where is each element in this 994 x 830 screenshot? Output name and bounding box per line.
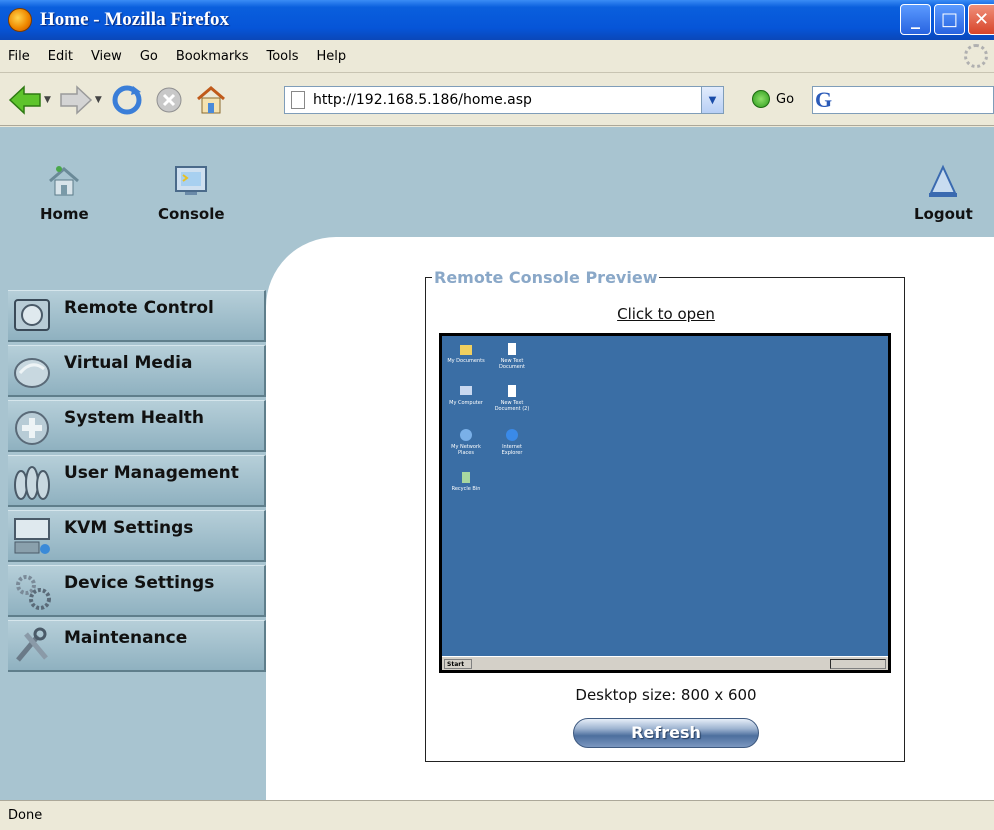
sidebar-item-label: User Management xyxy=(64,463,239,483)
console-icon xyxy=(175,166,208,195)
desktop-icon: My Network Places xyxy=(446,428,486,456)
sidebar-item-label: Virtual Media xyxy=(64,353,193,373)
home-button[interactable] xyxy=(194,83,228,117)
health-icon xyxy=(15,410,49,445)
disc-icon xyxy=(14,357,50,388)
remote-console-preview: Remote Console Preview Click to open My … xyxy=(425,268,906,762)
click-to-open-link[interactable]: Click to open xyxy=(426,305,906,323)
menu-tools[interactable]: Tools xyxy=(266,49,298,64)
url-bar[interactable]: http://192.168.5.186/home.asp ▼ xyxy=(284,86,724,114)
sidebar-item-label: KVM Settings xyxy=(64,518,194,538)
desktop-icon: New Text Document xyxy=(492,342,532,370)
forward-arrow-icon xyxy=(60,84,93,115)
desktop-size: Desktop size: 800 x 600 xyxy=(575,686,757,704)
desktop-icon: My Computer xyxy=(446,384,486,406)
back-dropdown-icon[interactable]: ▼ xyxy=(44,95,51,105)
search-input[interactable]: G xyxy=(812,86,994,114)
url-dropdown-icon[interactable]: ▼ xyxy=(701,87,723,113)
back-button[interactable] xyxy=(8,83,42,117)
preview-legend: Remote Console Preview xyxy=(432,268,660,287)
menu-edit[interactable]: Edit xyxy=(48,49,73,64)
sidebar-item-system-health[interactable]: System Health xyxy=(8,400,266,452)
text-file-icon xyxy=(508,343,516,355)
status-text: Done xyxy=(8,808,43,823)
nav-home-label: Home xyxy=(40,205,89,223)
google-search-icon[interactable]: G xyxy=(815,88,841,112)
sidebar-item-label: System Health xyxy=(64,408,205,428)
window-controls: _ □ ✕ xyxy=(900,4,994,35)
nav-console[interactable]: Console xyxy=(158,163,225,223)
forward-button[interactable] xyxy=(59,83,93,117)
page-content: Home Console Logout Remote Control Virtu… xyxy=(0,127,994,800)
folder-icon xyxy=(460,345,472,355)
nav-logout-label: Logout xyxy=(914,205,973,223)
page-icon xyxy=(291,91,305,109)
menu-help[interactable]: Help xyxy=(317,49,347,64)
title-bar: Home - Mozilla Firefox _ □ ✕ xyxy=(0,0,994,40)
reload-icon xyxy=(112,85,142,114)
refresh-button[interactable]: Refresh xyxy=(573,718,759,748)
sidebar-item-label: Maintenance xyxy=(64,628,188,648)
window-title: Home - Mozilla Firefox xyxy=(40,9,230,30)
computer-icon xyxy=(460,386,472,395)
go-label: Go xyxy=(776,91,795,107)
stop-button[interactable] xyxy=(152,83,186,117)
system-tray xyxy=(830,659,886,669)
nav-logout[interactable]: Logout xyxy=(914,163,973,223)
recycle-bin-icon xyxy=(462,472,470,483)
sidebar-item-virtual-media[interactable]: Virtual Media xyxy=(8,345,266,397)
console-preview-thumbnail[interactable]: My Documents New Text Document My Comput… xyxy=(439,333,891,673)
throbber-icon xyxy=(964,44,988,68)
sidebar: Remote Control Virtual Media System Heal… xyxy=(8,290,266,675)
menu-file[interactable]: File xyxy=(8,49,30,64)
sidebar-item-user-management[interactable]: User Management xyxy=(8,455,266,507)
sidebar-item-label: Remote Control xyxy=(64,298,214,318)
nav-home[interactable]: Home xyxy=(40,163,89,223)
nav-console-label: Console xyxy=(158,205,225,223)
sidebar-item-device-settings[interactable]: Device Settings xyxy=(8,565,266,617)
firefox-icon xyxy=(8,8,32,32)
navigation-toolbar: ▼ ▼ http://192.168.5.186/home.asp ▼ Go G xyxy=(0,74,994,126)
url-text: http://192.168.5.186/home.asp xyxy=(313,92,532,108)
close-button[interactable]: ✕ xyxy=(968,4,994,35)
sidebar-item-remote-control[interactable]: Remote Control xyxy=(8,290,266,342)
home-icon xyxy=(196,85,225,113)
menu-bar: File Edit View Go Bookmarks Tools Help xyxy=(0,40,994,73)
text-file-icon xyxy=(508,385,516,397)
stop-icon xyxy=(156,87,182,112)
menu-go[interactable]: Go xyxy=(140,49,158,64)
network-icon xyxy=(460,429,472,441)
kvm-icon xyxy=(14,517,50,554)
status-bar: Done xyxy=(0,800,994,830)
reload-button[interactable] xyxy=(110,83,144,117)
desktop-taskbar: Start xyxy=(442,656,888,670)
monitor-icon xyxy=(14,298,50,331)
menu-view[interactable]: View xyxy=(91,49,122,64)
desktop-icon: Recycle Bin xyxy=(446,470,486,492)
sidebar-item-label: Device Settings xyxy=(64,573,215,593)
menu-bookmarks[interactable]: Bookmarks xyxy=(176,49,249,64)
gears-icon xyxy=(16,574,51,610)
desktop-icon: Internet Explorer xyxy=(492,428,532,456)
go-icon xyxy=(752,90,770,108)
sidebar-item-maintenance[interactable]: Maintenance xyxy=(8,620,266,672)
internet-explorer-icon xyxy=(506,429,518,441)
forward-dropdown-icon[interactable]: ▼ xyxy=(95,95,102,105)
desktop-icon: My Documents xyxy=(446,342,486,364)
maximize-button[interactable]: □ xyxy=(934,4,965,35)
go-button[interactable]: Go xyxy=(752,90,794,108)
logout-icon xyxy=(929,164,958,197)
back-arrow-icon xyxy=(8,84,41,115)
home-icon xyxy=(49,166,80,196)
sidebar-item-kvm-settings[interactable]: KVM Settings xyxy=(8,510,266,562)
minimize-button[interactable]: _ xyxy=(900,4,931,35)
desktop-icon: New Text Document (2) xyxy=(492,384,532,412)
start-button: Start xyxy=(444,659,472,669)
tools-icon xyxy=(16,627,48,662)
users-icon xyxy=(14,465,50,500)
